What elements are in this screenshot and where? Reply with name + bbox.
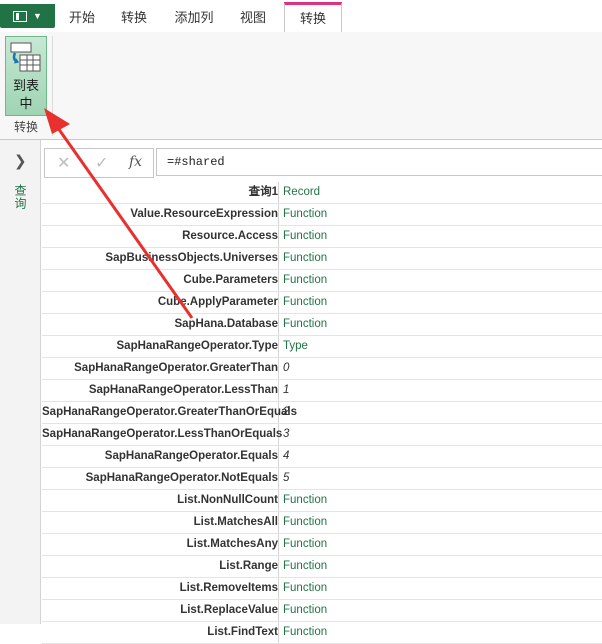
record-row[interactable]: List.RemoveItems Function [42,578,602,600]
group-label-transform: 转换 [13,120,38,134]
record-value-link[interactable]: Function [283,270,327,291]
caret-down-icon: ▼ [33,10,42,21]
record-field-name: SapHanaRangeOperator.LessThan [42,380,279,401]
cancel-icon[interactable]: ✕ [57,153,70,173]
to-table-button[interactable]: 到表 中 [5,36,47,116]
record-field-name: List.Range [42,556,279,577]
record-row[interactable]: List.MatchesAll Function [42,512,602,534]
tab-transform[interactable]: 转换 [110,4,158,31]
record-row[interactable]: List.FindText Function [42,622,602,644]
chevron-right-icon[interactable]: ❯ [14,152,27,170]
tab-add-column[interactable]: 添加列 [164,4,224,31]
record-field-name: List.RemoveItems [42,578,279,599]
record-row[interactable]: SapHanaRangeOperator.Type Type [42,336,602,358]
record-field-name: SapHanaRangeOperator.Type [42,336,279,357]
fx-icon[interactable]: fx [129,154,142,170]
record-field-name: List.MatchesAny [42,534,279,555]
record-value-link[interactable]: Function [283,314,327,335]
to-table-icon [10,42,41,72]
record-field-name: SapHanaRangeOperator.Equals [42,446,279,467]
formula-bar: ✕ ✓ fx =#shared [44,148,602,178]
record-value-link[interactable]: Function [283,292,327,313]
record-value-link[interactable]: Function [283,226,327,247]
record-row[interactable]: SapHanaRangeOperator.GreaterThan 0 [42,358,602,380]
record-field-name: List.MatchesAll [42,512,279,533]
tab-home[interactable]: 开始 [58,4,106,31]
tab-view[interactable]: 视图 [228,4,278,31]
record-row[interactable]: Cube.Parameters Function [42,270,602,292]
queries-pane: ❯ 查询 [0,140,41,624]
to-table-label: 到表 中 [12,78,39,111]
record-field-name: Cube.ApplyParameter [42,292,279,313]
document-icon [13,10,28,22]
record-row[interactable]: Value.ResourceExpression Function [42,204,602,226]
record-field-name: List.NonNullCount [42,490,279,511]
ribbon-body: 到表 中 转换 [0,32,602,140]
group-divider [52,36,53,136]
record-row[interactable]: 查询1 Record [42,182,602,204]
record-row[interactable]: Resource.Access Function [42,226,602,248]
record-field-name: Value.ResourceExpression [42,204,279,225]
record-value-link[interactable]: Function [283,534,327,555]
record-row[interactable]: SapHanaRangeOperator.LessThan 1 [42,380,602,402]
record-row[interactable]: List.MatchesAny Function [42,534,602,556]
record-field-name: SapBusinessObjects.Universes [42,248,279,269]
tab-transform-context[interactable]: 转换 [284,2,342,32]
record-table: 查询1 Record Value.ResourceExpression Functio… [42,182,602,644]
formula-input[interactable]: =#shared [156,148,602,176]
record-field-name: SapHanaRangeOperator.NotEquals [42,468,279,489]
record-field-name: 查询1 [42,182,279,203]
record-field-name: SapHanaRangeOperator.LessThanOrEquals [42,424,282,445]
record-value-link[interactable]: Function [283,622,327,643]
record-row[interactable]: List.ReplaceValue Function [42,600,602,622]
record-field-value: 2 [283,406,290,418]
record-row[interactable]: Cube.ApplyParameter Function [42,292,602,314]
record-field-value: 1 [283,384,290,396]
record-value-link[interactable]: Type [283,336,308,357]
file-menu-button[interactable]: ▼ [0,4,55,28]
record-row[interactable]: SapHanaRangeOperator.GreaterThanOrEquals… [42,402,602,424]
record-field-name: Cube.Parameters [42,270,279,291]
record-value-link[interactable]: Function [283,556,327,577]
record-field-value: 0 [283,362,290,374]
record-value-link[interactable]: Function [283,204,327,225]
record-field-name: List.FindText [42,622,279,643]
record-row[interactable]: SapBusinessObjects.Universes Function [42,248,602,270]
record-row[interactable]: SapHanaRangeOperator.LessThanOrEquals 3 [42,424,602,446]
record-value-link[interactable]: Function [283,578,327,599]
record-field-value: 4 [283,450,290,462]
record-field-name: List.ReplaceValue [42,600,279,621]
record-field-value: 3 [283,428,290,440]
queries-pane-label[interactable]: 查询 [12,184,29,210]
record-value-link[interactable]: Record [283,182,320,203]
record-row[interactable]: SapHanaRangeOperator.Equals 4 [42,446,602,468]
record-field-name: SapHana.Database [42,314,279,335]
record-row[interactable]: List.Range Function [42,556,602,578]
record-value-link[interactable]: Function [283,248,327,269]
record-row[interactable]: SapHanaRangeOperator.NotEquals 5 [42,468,602,490]
ribbon-tab-bar: ▼ 开始 转换 添加列 视图 转换 [0,0,602,33]
record-row[interactable]: SapHana.Database Function [42,314,602,336]
formula-buttons: ✕ ✓ fx [44,148,154,178]
record-field-value: 5 [283,472,290,484]
record-value-link[interactable]: Function [283,490,327,511]
confirm-icon[interactable]: ✓ [95,153,108,173]
record-row[interactable]: List.NonNullCount Function [42,490,602,512]
record-field-name: Resource.Access [42,226,279,247]
record-field-name: SapHanaRangeOperator.GreaterThanOrEquals [42,402,297,423]
record-value-link[interactable]: Function [283,512,327,533]
record-field-name: SapHanaRangeOperator.GreaterThan [42,358,279,379]
record-value-link[interactable]: Function [283,600,327,621]
